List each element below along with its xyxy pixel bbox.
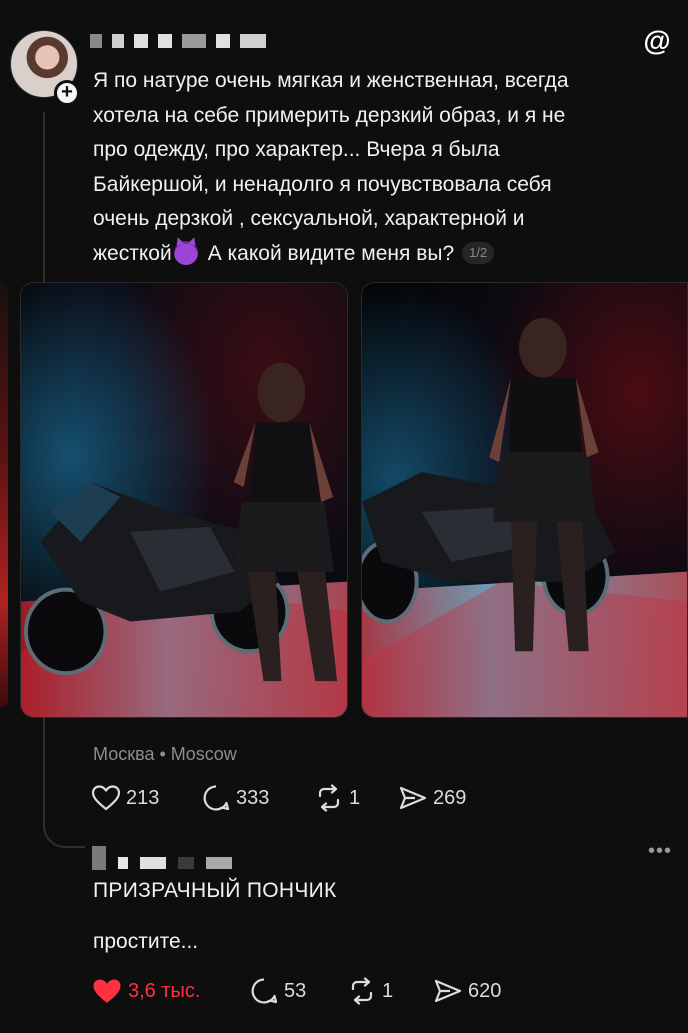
post-photo-1[interactable] (20, 282, 348, 718)
like-count: 213 (126, 786, 160, 809)
post-text-fragment: жесткой (93, 241, 172, 265)
post-location[interactable]: Москва • Moscow (93, 744, 237, 765)
reply-text: простите... (93, 930, 199, 953)
heart-icon (92, 785, 120, 811)
share-button[interactable]: 269 (399, 785, 466, 811)
share-icon (434, 979, 462, 1003)
post-text-line: очень дерзкой , сексуальной, характерной… (93, 207, 525, 230)
more-icon[interactable]: ••• (648, 840, 672, 863)
repost-icon (351, 977, 373, 1005)
post-text-line: жесткой А какой видите меня вы? 1/2 (93, 237, 678, 272)
thread-connector (43, 800, 85, 848)
repost-button[interactable]: 1 (315, 784, 399, 812)
post-text-line: хотела на себе примерить дерзкий образ, … (93, 103, 566, 127)
previous-photo-edge[interactable] (0, 283, 8, 708)
like-button[interactable]: 213 (92, 785, 202, 811)
comment-count: 333 (236, 786, 270, 809)
reply-comment-count: 53 (284, 979, 307, 1002)
comment-icon (251, 978, 278, 1004)
author-username-pixelated[interactable] (90, 34, 266, 48)
reply-username-pixelated[interactable] (92, 846, 232, 870)
reply-actions: 3,6 тыс. 53 1 620 (92, 977, 501, 1005)
comment-icon (203, 785, 230, 811)
post-text-line: Я по натуре очень мягкая и женственная, … (93, 69, 569, 92)
threads-feed: + @ Я по натуре очень мягкая и женственн… (0, 0, 688, 1033)
post-text-line: про одежду, про характер... Вчера я была (93, 138, 500, 161)
reply-title: ПРИЗРАЧНЫЙ ПОНЧИК (93, 879, 337, 902)
post-text-fragment: А какой видите меня вы? (207, 241, 455, 265)
reply-like-button[interactable]: 3,6 тыс. (92, 978, 250, 1005)
repost-count: 1 (349, 786, 361, 809)
share-count: 269 (433, 786, 467, 809)
post-actions: 213 333 1 269 (92, 784, 466, 812)
follow-plus-icon[interactable]: + (54, 80, 80, 106)
comment-button[interactable]: 333 (202, 784, 315, 812)
post-text: Я по натуре очень мягкая и женственная, … (93, 64, 678, 271)
devil-emoji-icon (173, 240, 198, 265)
threads-logo-icon[interactable]: @ (642, 26, 672, 56)
repost-icon (318, 784, 340, 812)
reply-comment-button[interactable]: 53 (250, 977, 348, 1005)
post-text-line: Байкершой, и ненадолго я почувствовала с… (93, 172, 552, 196)
share-icon (399, 786, 427, 810)
media-page-counter: 1/2 (462, 241, 495, 264)
reply-like-count: 3,6 тыс. (128, 979, 201, 1002)
reply-repost-count: 1 (382, 979, 394, 1002)
reply-share-count: 620 (468, 979, 502, 1002)
heart-filled-icon (93, 979, 121, 1003)
reply-repost-button[interactable]: 1 (348, 977, 434, 1005)
reply-share-button[interactable]: 620 (434, 978, 501, 1004)
post-photo-2[interactable] (361, 282, 688, 718)
